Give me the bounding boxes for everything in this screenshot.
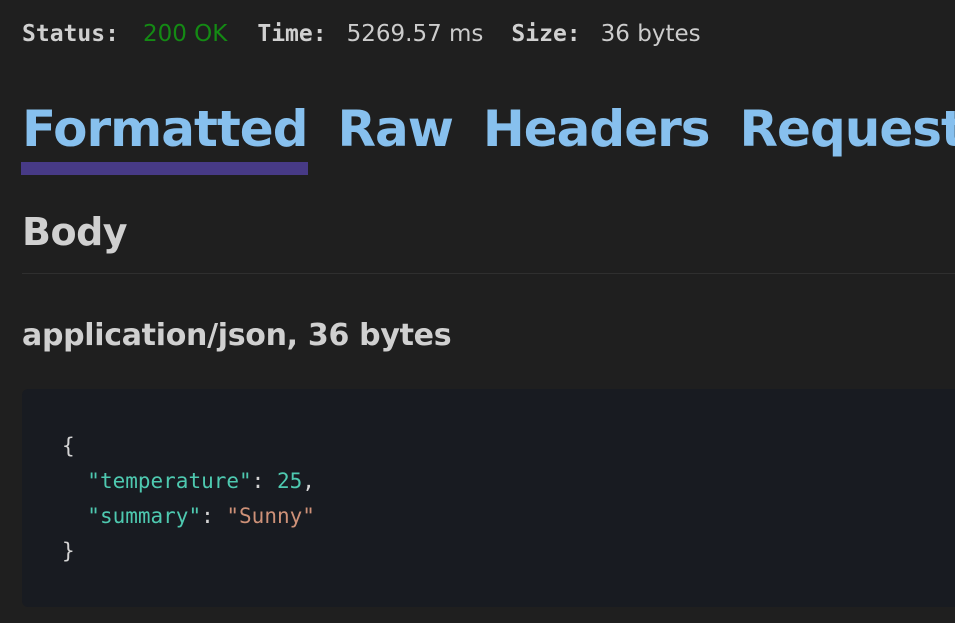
tab-raw[interactable]: Raw	[337, 96, 453, 176]
json-colon: :	[251, 469, 277, 493]
json-close-brace: }	[62, 539, 75, 563]
response-status-bar: Status: 200 OK Time: 5269.57 ms Size: 36…	[22, 18, 701, 50]
json-value-summary: "Sunny"	[226, 504, 315, 528]
json-open-brace: {	[62, 434, 75, 458]
json-comma: ,	[302, 469, 315, 493]
content-type-heading: application/json, 36 bytes	[22, 318, 452, 353]
status-value: 200 OK	[142, 21, 228, 47]
json-code-block[interactable]: { "temperature": 25, "summary": "Sunny" …	[22, 389, 955, 607]
size-value: 36 bytes	[600, 21, 701, 47]
body-section-title: Body	[22, 210, 128, 254]
json-colon: :	[201, 504, 227, 528]
tab-request[interactable]: Request	[740, 96, 955, 176]
status-label: Status:	[22, 21, 119, 47]
json-value-temperature: 25	[276, 469, 303, 493]
time-label: Time:	[257, 21, 327, 47]
tab-headers[interactable]: Headers	[483, 96, 711, 176]
size-label: Size:	[511, 21, 581, 47]
json-body: { "temperature": 25, "summary": "Sunny" …	[62, 429, 315, 569]
json-key-temperature: "temperature"	[87, 469, 252, 493]
json-key-summary: "summary"	[87, 504, 202, 528]
section-divider	[22, 273, 955, 274]
response-tabs: Formatted Raw Headers Request	[20, 96, 955, 176]
time-value: 5269.57 ms	[346, 21, 484, 47]
tab-formatted[interactable]: Formatted	[20, 96, 309, 176]
